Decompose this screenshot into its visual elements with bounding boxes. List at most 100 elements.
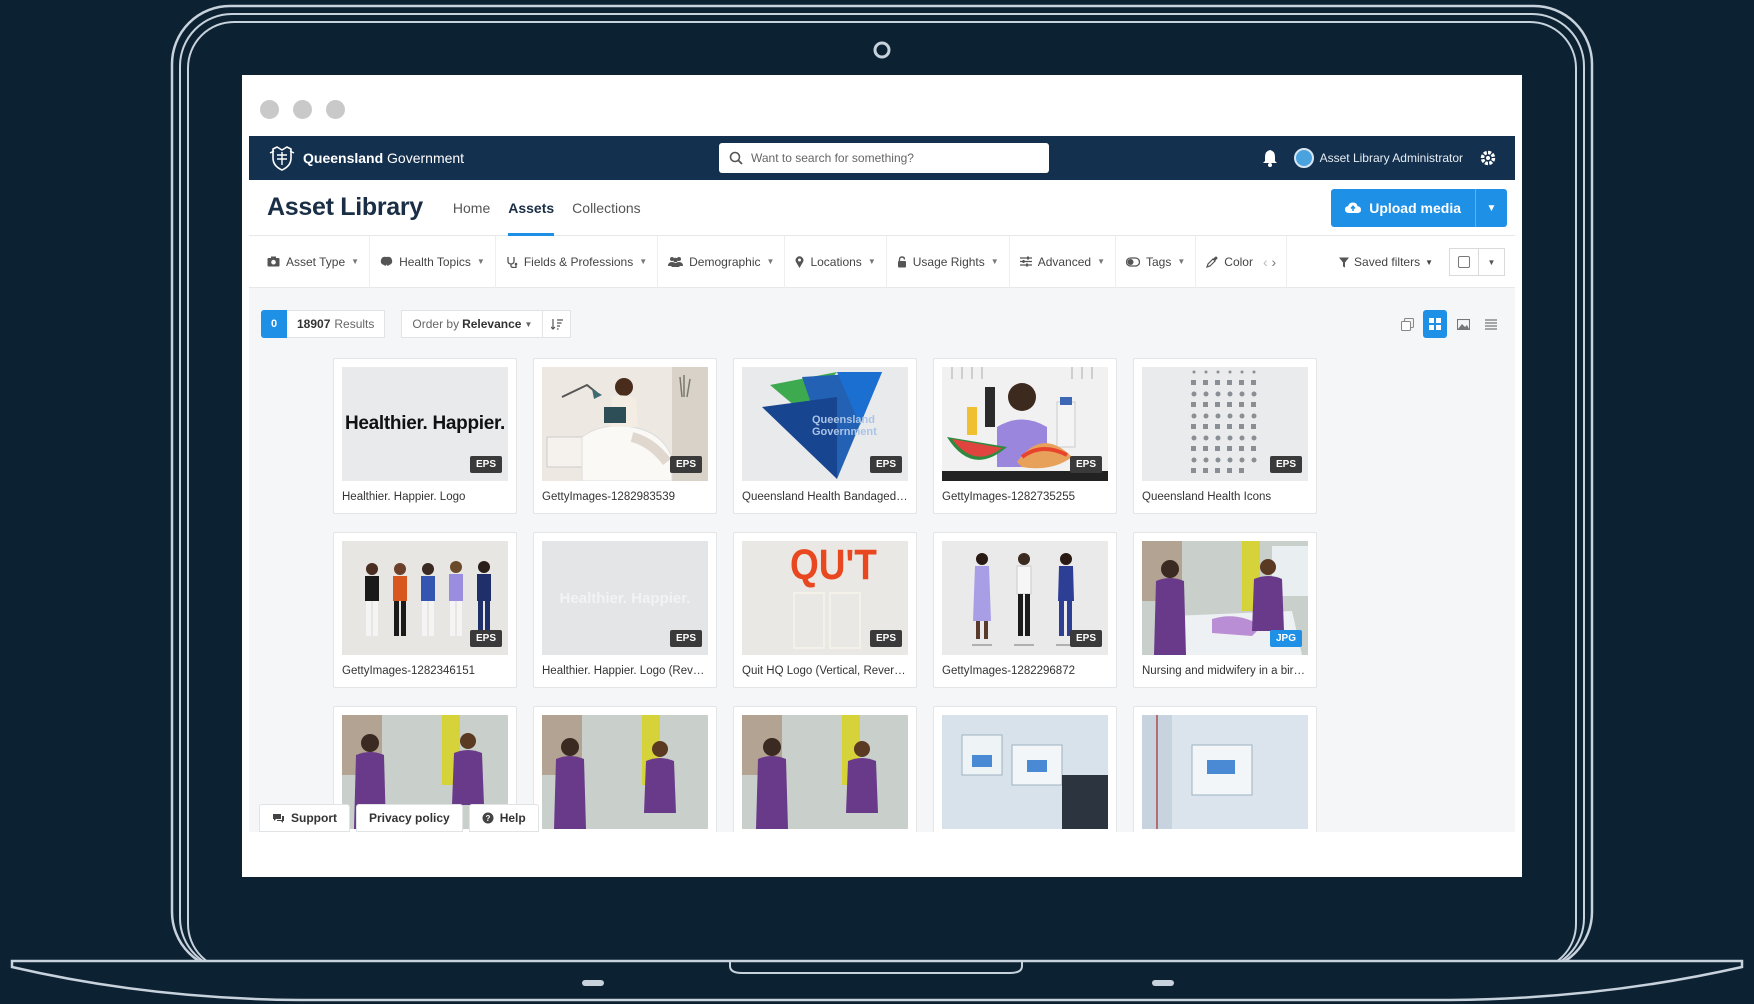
asset-thumbnail[interactable]: EPS [342, 541, 508, 655]
nav-assets[interactable]: Assets [508, 180, 554, 236]
upload-media-label: Upload media [1369, 200, 1461, 216]
asset-card[interactable]: EPS Queensland Health Icons [1133, 358, 1317, 514]
image-view-button[interactable] [1451, 310, 1475, 338]
support-link[interactable]: Support [259, 804, 350, 832]
copy-view-button[interactable] [1395, 310, 1419, 338]
queensland-government-logo[interactable]: Queensland Government [267, 143, 464, 173]
bell-icon[interactable] [1262, 149, 1278, 167]
asset-thumbnail[interactable]: Healthier. Happier. EPS [342, 367, 508, 481]
window-close-dot[interactable] [260, 100, 279, 119]
search-input[interactable] [751, 151, 1031, 165]
asset-thumbnail[interactable]: EPS [942, 541, 1108, 655]
select-options-dropdown[interactable]: ▼ [1479, 248, 1505, 276]
upload-media-button[interactable]: Upload media [1331, 189, 1475, 227]
asset-thumbnail[interactable]: EPS [542, 367, 708, 481]
support-label: Support [291, 811, 337, 825]
asset-card[interactable]: EPS GettyImages-1282296872 [933, 532, 1117, 688]
filter-asset-type[interactable]: Asset Type ▼ [257, 235, 371, 288]
asset-card[interactable]: EPS GettyImages-1282346151 [333, 532, 517, 688]
asset-card[interactable]: JPG Nursing and midwifery in a birth... [1133, 532, 1317, 688]
filter-locations[interactable]: Locations ▼ [785, 235, 887, 288]
filter-usage-rights[interactable]: Usage Rights ▼ [887, 235, 1010, 288]
chevron-down-icon: ▼ [990, 257, 999, 266]
asset-title[interactable]: Healthier. Happier. Logo [342, 491, 508, 503]
lock-icon [897, 255, 906, 267]
asset-thumbnail[interactable] [1142, 715, 1308, 829]
asset-card[interactable]: Healthier. Happier. EPS Healthier. Happi… [533, 532, 717, 688]
user-menu[interactable]: Asset Library Administrator [1293, 148, 1463, 168]
filter-color[interactable]: Color ‹ › [1196, 235, 1288, 288]
filter-scroll-arrows[interactable]: ‹ › [1263, 254, 1276, 270]
filter-label: Usage Rights [912, 254, 985, 269]
saved-filters-dropdown[interactable]: Saved filters ▼ [1339, 255, 1433, 269]
nav-collections[interactable]: Collections [572, 180, 640, 236]
chevron-left-icon[interactable]: ‹ [1263, 254, 1268, 270]
asset-card[interactable]: QU'T EPS Quit HQ Logo (Vertical, Reverse… [733, 532, 917, 688]
asset-title[interactable]: GettyImages-1282983539 [542, 491, 708, 503]
file-type-badge: EPS [669, 456, 702, 473]
checkbox-icon [1458, 256, 1470, 268]
asset-title[interactable]: GettyImages-1282346151 [342, 665, 508, 677]
asset-card[interactable] [533, 706, 717, 832]
nav-home[interactable]: Home [453, 180, 490, 236]
thumbnail-text: Healthier. Happier. [344, 413, 506, 434]
help-icon: ? [482, 812, 494, 824]
filter-tags[interactable]: Tags ▼ [1116, 235, 1197, 288]
asset-card[interactable] [1133, 706, 1317, 832]
asset-card[interactable]: EPS GettyImages-1282983539 [533, 358, 717, 514]
asset-card[interactable] [733, 706, 917, 832]
sliders-icon [1019, 256, 1032, 267]
results-bar: 0 18907 Results Order by Relevance ▼ [261, 310, 1503, 338]
asset-thumbnail[interactable]: Queensland Government EPS [742, 367, 908, 481]
asset-title[interactable]: Nursing and midwifery in a birth... [1142, 665, 1308, 677]
asset-title[interactable]: GettyImages-1282296872 [942, 665, 1108, 677]
file-type-badge: EPS [869, 630, 902, 647]
asset-card[interactable] [933, 706, 1117, 832]
filter-bar: Asset Type ▼ Health Topics ▼ Fields & Prof… [249, 235, 1515, 288]
chevron-right-icon[interactable]: › [1272, 254, 1277, 270]
search-bar[interactable] [719, 143, 1049, 173]
order-by-dropdown[interactable]: Order by Relevance ▼ [401, 310, 544, 338]
svg-text:?: ? [485, 814, 490, 823]
asset-thumbnail[interactable]: EPS [1142, 367, 1308, 481]
filter-health-topics[interactable]: Health Topics ▼ [370, 235, 496, 288]
window-maximize-dot[interactable] [326, 100, 345, 119]
privacy-policy-link[interactable]: Privacy policy [356, 804, 463, 832]
asset-thumbnail[interactable]: JPG [1142, 541, 1308, 655]
asset-card[interactable]: EPS GettyImages-1282735255 [933, 358, 1117, 514]
list-view-button[interactable] [1479, 310, 1503, 338]
file-type-badge: EPS [469, 456, 502, 473]
asset-thumbnail[interactable]: Healthier. Happier. EPS [542, 541, 708, 655]
grid-view-button[interactable] [1423, 310, 1447, 338]
sort-direction-button[interactable] [543, 310, 572, 338]
asset-title[interactable]: GettyImages-1282735255 [942, 491, 1108, 503]
asset-thumbnail[interactable] [542, 715, 708, 829]
asset-title[interactable]: Quit HQ Logo (Vertical, Reversed) [742, 665, 908, 677]
selected-count-badge[interactable]: 0 [261, 310, 287, 338]
help-link[interactable]: ? Help [468, 804, 539, 832]
asset-card[interactable]: Queensland Government EPS Queensland Hea… [733, 358, 917, 514]
gear-icon[interactable] [1479, 149, 1497, 167]
select-all-checkbox[interactable] [1449, 248, 1479, 276]
asset-grid: Healthier. Happier. EPS Healthier. Happi… [333, 358, 1317, 832]
asset-card[interactable]: Healthier. Happier. EPS Healthier. Happi… [333, 358, 517, 514]
thumbnail-text: Queensland Government [812, 414, 877, 438]
medical-equipment-photo [961, 734, 1108, 829]
upload-options-dropdown[interactable]: ▼ [1475, 189, 1507, 227]
filter-label: Fields & Professions [523, 254, 634, 269]
asset-thumbnail[interactable]: EPS [942, 367, 1108, 481]
asset-title[interactable]: Queensland Health Bandaged H... [742, 491, 908, 503]
tag-icon [1126, 256, 1140, 267]
filter-fields-professions[interactable]: Fields & Professions ▼ [496, 235, 659, 288]
window-minimize-dot[interactable] [293, 100, 312, 119]
asset-thumbnail[interactable] [742, 715, 908, 829]
asset-title[interactable]: Healthier. Happier. Logo (Revers... [542, 665, 708, 677]
footer-links: Support Privacy policy ? Help [259, 804, 539, 832]
sub-header: Asset Library Home Assets Collections Up… [249, 180, 1515, 236]
filter-advanced[interactable]: Advanced ▼ [1010, 235, 1116, 288]
asset-thumbnail[interactable] [942, 715, 1108, 829]
chevron-down-icon: ▼ [1486, 202, 1497, 214]
asset-title[interactable]: Queensland Health Icons [1142, 491, 1308, 503]
asset-thumbnail[interactable]: QU'T EPS [742, 541, 908, 655]
filter-demographic[interactable]: Demographic ▼ [658, 235, 786, 288]
